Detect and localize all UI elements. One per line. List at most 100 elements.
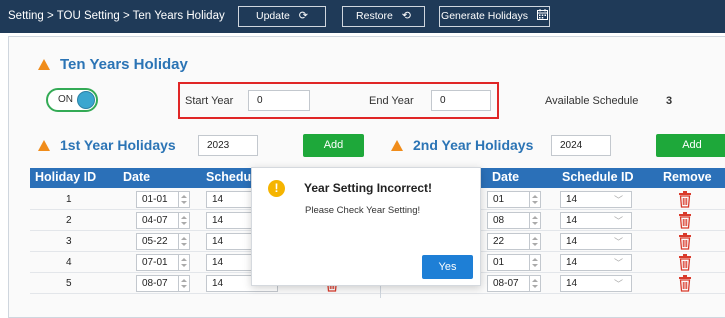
schedule-value: 14 — [566, 257, 578, 268]
table-row-holiday-id: 3 — [66, 236, 72, 247]
schedule-value: 14 — [566, 236, 578, 247]
spinner-icon[interactable] — [178, 255, 189, 270]
table-row-date-input[interactable]: 08-07 — [487, 275, 541, 292]
table-row-date-input[interactable]: 01 — [487, 254, 541, 271]
dialog-title: Year Setting Incorrect! — [304, 181, 433, 195]
warning-icon: ! — [268, 180, 285, 197]
trash-icon[interactable] — [678, 233, 692, 253]
year1-year-input[interactable]: 2023 — [198, 135, 258, 156]
dialog-message: Please Check Year Setting! — [305, 205, 421, 216]
table-row-schedule-select[interactable]: 14 ﹀ — [560, 233, 632, 250]
section-title: Ten Years Holiday — [60, 56, 188, 73]
date-value: 01 — [493, 194, 505, 205]
trash-icon[interactable] — [678, 254, 692, 274]
spinner-icon[interactable] — [178, 276, 189, 291]
schedule-value: 14 — [212, 236, 224, 247]
table-row-divider — [381, 293, 725, 294]
table-row-holiday-id: 1 — [66, 194, 72, 205]
available-schedule-label: Available Schedule — [545, 95, 639, 107]
date-value: 22 — [493, 236, 505, 247]
year2-col-schedule-id: Schedule ID — [562, 170, 634, 184]
breadcrumb: Setting > TOU Setting > Ten Years Holida… — [8, 10, 225, 22]
table-row-date-input[interactable]: 07-01 — [136, 254, 190, 271]
update-label: Update — [256, 10, 290, 22]
toggle-label: ON — [58, 94, 73, 105]
date-value: 08-07 — [493, 278, 519, 289]
date-value: 01-01 — [142, 194, 168, 205]
table-row-date-input[interactable]: 05-22 — [136, 233, 190, 250]
spinner-icon[interactable] — [529, 192, 540, 207]
date-value: 08-07 — [142, 278, 168, 289]
update-button[interactable]: Update ⟳ — [238, 6, 326, 27]
chevron-down-icon: ﹀ — [613, 237, 623, 247]
spinner-icon[interactable] — [529, 234, 540, 249]
schedule-value: 14 — [566, 215, 578, 226]
dialog-yes-button[interactable]: Yes — [422, 255, 473, 279]
end-year-input[interactable]: 0 — [431, 90, 491, 111]
end-year-label: End Year — [369, 95, 414, 107]
trash-icon[interactable] — [678, 212, 692, 232]
spinner-icon[interactable] — [178, 234, 189, 249]
available-schedule-value: 3 — [666, 95, 673, 107]
chevron-down-icon: ﹀ — [613, 195, 623, 205]
chevron-down-icon: ﹀ — [613, 258, 623, 268]
table-row-schedule-select[interactable]: 14 ﹀ — [560, 254, 632, 271]
trash-icon[interactable] — [678, 275, 692, 295]
year1-title: 1st Year Holidays — [60, 137, 176, 153]
year1-add-button[interactable]: Add — [303, 134, 364, 157]
chevron-down-icon: ﹀ — [613, 216, 623, 226]
table-row-date-input[interactable]: 04-07 — [136, 212, 190, 229]
start-year-input[interactable]: 0 — [248, 90, 310, 111]
calendar-icon — [536, 9, 548, 22]
refresh-icon: ⟳ — [298, 10, 308, 22]
spinner-icon[interactable] — [529, 213, 540, 228]
table-row-holiday-id: 2 — [66, 215, 72, 226]
table-row-holiday-id: 5 — [66, 278, 72, 289]
table-row-date-input[interactable]: 22 — [487, 233, 541, 250]
table-row-date-input[interactable]: 08-07 — [136, 275, 190, 292]
holiday-toggle[interactable]: ON — [46, 88, 98, 112]
table-row-date-input[interactable]: 01 — [487, 191, 541, 208]
date-value: 05-22 — [142, 236, 168, 247]
year2-col-remove: Remove — [663, 170, 712, 184]
year2-marker-icon — [391, 140, 403, 151]
schedule-value: 14 — [212, 194, 224, 205]
section-marker-icon — [38, 59, 50, 70]
date-value: 01 — [493, 257, 505, 268]
date-value: 08 — [493, 215, 505, 226]
table-row-date-input[interactable]: 01-01 — [136, 191, 190, 208]
date-value: 04-07 — [142, 215, 168, 226]
spinner-icon[interactable] — [178, 213, 189, 228]
table-row-date-input[interactable]: 08 — [487, 212, 541, 229]
year2-add-button[interactable]: Add — [656, 134, 725, 157]
spinner-icon[interactable] — [529, 255, 540, 270]
schedule-value: 14 — [212, 278, 224, 289]
year1-col-holiday-id: Holiday ID — [35, 170, 97, 184]
start-year-label: Start Year — [185, 95, 234, 107]
spinner-icon[interactable] — [529, 276, 540, 291]
year2-title: 2nd Year Holidays — [413, 137, 534, 153]
date-value: 07-01 — [142, 257, 168, 268]
restore-button[interactable]: Restore ⟲ — [342, 6, 425, 27]
generate-label: Generate Holidays — [441, 10, 529, 22]
schedule-value: 14 — [212, 215, 224, 226]
history-icon: ⟲ — [401, 10, 411, 22]
generate-holidays-button[interactable]: Generate Holidays — [439, 6, 550, 27]
trash-icon[interactable] — [678, 191, 692, 211]
schedule-value: 14 — [566, 194, 578, 205]
top-bar: Setting > TOU Setting > Ten Years Holida… — [0, 0, 725, 33]
schedule-value: 14 — [212, 257, 224, 268]
error-dialog: ! Year Setting Incorrect! Please Check Y… — [251, 167, 481, 286]
table-row-holiday-id: 4 — [66, 257, 72, 268]
table-row-schedule-select[interactable]: 14 ﹀ — [560, 191, 632, 208]
chevron-down-icon: ﹀ — [613, 279, 623, 289]
table-row-schedule-select[interactable]: 14 ﹀ — [560, 212, 632, 229]
table-row-schedule-select[interactable]: 14 ﹀ — [560, 275, 632, 292]
year1-col-date: Date — [123, 170, 151, 184]
toggle-knob — [77, 91, 95, 109]
year2-col-date: Date — [492, 170, 520, 184]
restore-label: Restore — [356, 10, 393, 22]
year1-marker-icon — [38, 140, 50, 151]
spinner-icon[interactable] — [178, 192, 189, 207]
year2-year-input[interactable]: 2024 — [551, 135, 611, 156]
